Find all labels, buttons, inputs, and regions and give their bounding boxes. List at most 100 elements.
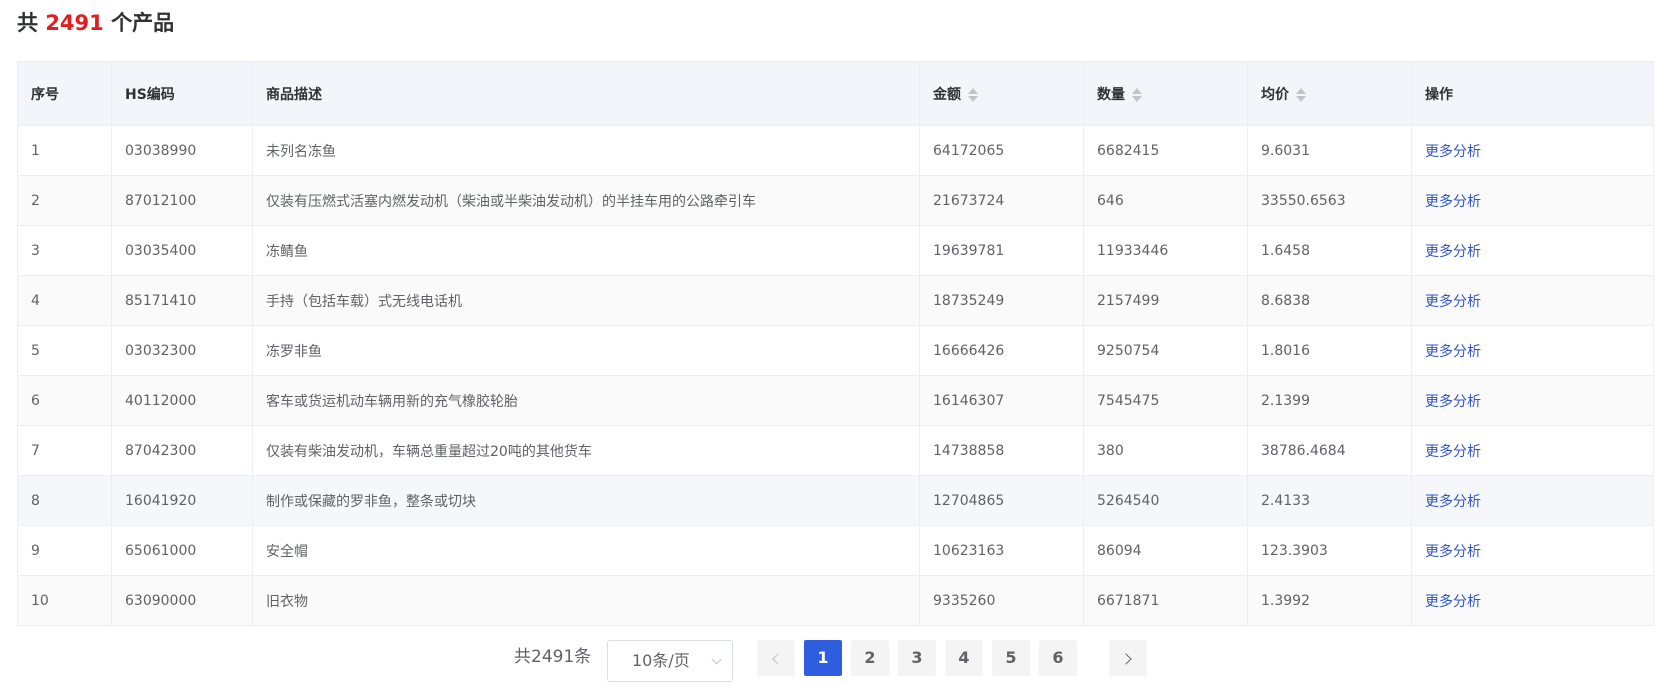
cell-action: 更多分析 — [1411, 325, 1654, 376]
table-row: 5 03032300 冻罗非鱼 16666426 9250754 1.8016 更多分析 — [17, 325, 1654, 376]
more-analysis-link[interactable]: 更多分析 — [1425, 594, 1481, 610]
cell-avg: 38786.4684 — [1247, 425, 1412, 476]
cell-amount: 18735249 — [919, 275, 1084, 326]
column-header-6: 操作 — [1411, 61, 1654, 126]
cell-avg: 1.8016 — [1247, 325, 1412, 376]
column-header-5[interactable]: 均价 — [1247, 61, 1412, 126]
cell-qty: 9250754 — [1083, 325, 1248, 376]
cell-index: 1 — [17, 125, 112, 176]
summary-suffix: 个产品 — [111, 11, 175, 35]
cell-desc: 客车或货运机动车辆用新的充气橡胶轮胎 — [252, 375, 920, 426]
sort-caret-icon[interactable] — [1131, 86, 1143, 104]
table-row: 10 63090000 旧衣物 9335260 6671871 1.3992 更多分析 — [17, 575, 1654, 626]
table-row: 1 03038990 未列名冻鱼 64172065 6682415 9.6031 更多分析 — [17, 125, 1654, 176]
page-size-select[interactable]: 10条/页 — [607, 640, 733, 682]
more-analysis-link[interactable]: 更多分析 — [1425, 294, 1481, 310]
cell-qty: 5264540 — [1083, 475, 1248, 526]
page-button-2[interactable]: 2 — [851, 640, 889, 676]
table-row: 6 40112000 客车或货运机动车辆用新的充气橡胶轮胎 16146307 75454… — [17, 375, 1654, 426]
column-header-2: 商品描述 — [252, 61, 920, 126]
column-header-label: 金额 — [933, 86, 961, 103]
cell-index: 3 — [17, 225, 112, 276]
column-header-4[interactable]: 数量 — [1083, 61, 1248, 126]
cell-desc: 冻罗非鱼 — [252, 325, 920, 376]
column-header-3[interactable]: 金额 — [919, 61, 1084, 126]
page-button-5[interactable]: 5 — [992, 640, 1030, 676]
cell-desc: 旧衣物 — [252, 575, 920, 626]
page-button-4[interactable]: 4 — [945, 640, 983, 676]
prev-page-button[interactable] — [757, 640, 795, 676]
cell-amount: 9335260 — [919, 575, 1084, 626]
cell-avg: 123.3903 — [1247, 525, 1412, 576]
cell-desc: 仅装有压燃式活塞内燃发动机（柴油或半柴油发动机）的半挂车用的公路牵引车 — [252, 175, 920, 226]
more-analysis-link[interactable]: 更多分析 — [1425, 344, 1481, 360]
sort-descending-icon[interactable] — [1132, 95, 1142, 102]
chevron-right-icon — [1120, 652, 1132, 665]
cell-action: 更多分析 — [1411, 375, 1654, 426]
cell-index: 4 — [17, 275, 112, 326]
sort-descending-icon[interactable] — [968, 95, 978, 102]
cell-qty: 7545475 — [1083, 375, 1248, 426]
product-count: 2491 — [45, 11, 104, 35]
column-header-label: HS编码 — [125, 86, 175, 103]
table-row: 4 85171410 手持（包括车载）式无线电话机 18735249 2157499 8.… — [17, 275, 1654, 326]
page-button-3[interactable]: 3 — [898, 640, 936, 676]
sort-caret-icon[interactable] — [1295, 86, 1307, 104]
cell-avg: 2.4133 — [1247, 475, 1412, 526]
cell-action: 更多分析 — [1411, 475, 1654, 526]
pagination-total: 共2491条 — [514, 647, 592, 667]
sort-ascending-icon[interactable] — [968, 87, 978, 94]
sort-caret-icon[interactable] — [967, 86, 979, 104]
cell-amount: 14738858 — [919, 425, 1084, 476]
column-header-0: 序号 — [17, 61, 112, 126]
table-row: 2 87012100 仅装有压燃式活塞内燃发动机（柴油或半柴油发动机）的半挂车用的公… — [17, 175, 1654, 226]
cell-hs: 85171410 — [111, 275, 253, 326]
cell-hs: 03038990 — [111, 125, 253, 176]
sort-descending-icon[interactable] — [1296, 95, 1306, 102]
more-analysis-link[interactable]: 更多分析 — [1425, 144, 1481, 160]
next-page-button[interactable] — [1109, 640, 1147, 676]
cell-hs: 65061000 — [111, 525, 253, 576]
cell-amount: 19639781 — [919, 225, 1084, 276]
more-analysis-link[interactable]: 更多分析 — [1425, 394, 1481, 410]
sort-ascending-icon[interactable] — [1132, 87, 1142, 94]
more-analysis-link[interactable]: 更多分析 — [1425, 494, 1481, 510]
cell-action: 更多分析 — [1411, 225, 1654, 276]
cell-avg: 8.6838 — [1247, 275, 1412, 326]
cell-index: 2 — [17, 175, 112, 226]
cell-index: 8 — [17, 475, 112, 526]
more-analysis-link[interactable]: 更多分析 — [1425, 194, 1481, 210]
pagination: 共2491条 10条/页 123456 — [0, 640, 1670, 682]
page-button-1[interactable]: 1 — [804, 640, 842, 676]
cell-hs: 40112000 — [111, 375, 253, 426]
cell-amount: 64172065 — [919, 125, 1084, 176]
cell-action: 更多分析 — [1411, 275, 1654, 326]
sort-ascending-icon[interactable] — [1296, 87, 1306, 94]
cell-qty: 380 — [1083, 425, 1248, 476]
column-header-label: 数量 — [1097, 86, 1125, 103]
cell-amount: 21673724 — [919, 175, 1084, 226]
cell-action: 更多分析 — [1411, 175, 1654, 226]
more-analysis-link[interactable]: 更多分析 — [1425, 444, 1481, 460]
cell-avg: 1.3992 — [1247, 575, 1412, 626]
cell-desc: 仅装有柴油发动机，车辆总重量超过20吨的其他货车 — [252, 425, 920, 476]
cell-amount: 16666426 — [919, 325, 1084, 376]
cell-hs: 16041920 — [111, 475, 253, 526]
column-header-label: 均价 — [1261, 86, 1289, 103]
more-analysis-link[interactable]: 更多分析 — [1425, 544, 1481, 560]
chevron-left-icon — [772, 652, 784, 665]
cell-index: 7 — [17, 425, 112, 476]
cell-qty: 646 — [1083, 175, 1248, 226]
more-analysis-link[interactable]: 更多分析 — [1425, 244, 1481, 260]
table-row: 3 03035400 冻鲭鱼 19639781 11933446 1.6458 更多分析 — [17, 225, 1654, 276]
page-button-6[interactable]: 6 — [1039, 640, 1077, 676]
cell-avg: 33550.6563 — [1247, 175, 1412, 226]
column-header-1: HS编码 — [111, 61, 253, 126]
cell-amount: 16146307 — [919, 375, 1084, 426]
cell-action: 更多分析 — [1411, 425, 1654, 476]
table-header-row: 序号 HS编码 商品描述 金额 数量 均价 操作 — [17, 61, 1654, 126]
page-size-value: 10条/页 — [632, 651, 690, 670]
cell-amount: 12704865 — [919, 475, 1084, 526]
table-body: 1 03038990 未列名冻鱼 64172065 6682415 9.6031 更多分析 2… — [17, 125, 1654, 626]
cell-hs: 03035400 — [111, 225, 253, 276]
